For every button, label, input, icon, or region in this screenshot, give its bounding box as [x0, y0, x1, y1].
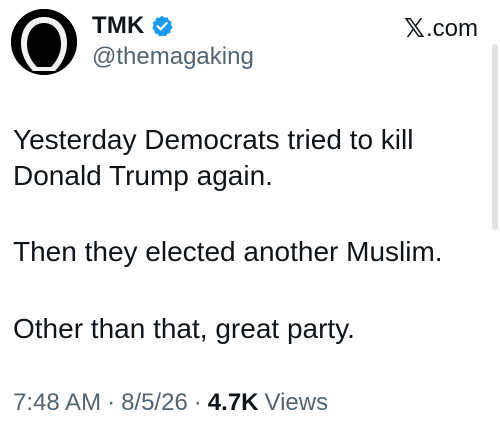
- source-link[interactable]: 𝕏 .com: [404, 13, 478, 44]
- tweet-date[interactable]: 8/5/26: [121, 389, 188, 417]
- source-label: .com: [425, 14, 478, 42]
- author-display-name[interactable]: TMK: [92, 12, 145, 40]
- author-name-row: TMK: [92, 11, 173, 41]
- tweet-time[interactable]: 7:48 AM: [13, 389, 101, 417]
- tweet-paragraph: Other than that, great party.: [13, 313, 355, 344]
- x-logo-icon: 𝕏: [404, 13, 425, 43]
- avatar[interactable]: [11, 9, 77, 75]
- verified-badge-icon: [151, 15, 173, 37]
- tweet-paragraph: Yesterday Democrats tried to kill Donald…: [13, 124, 414, 191]
- author-handle[interactable]: @themagaking: [92, 43, 254, 71]
- meta-separator: ·: [107, 389, 116, 416]
- views-count[interactable]: 4.7K: [208, 389, 259, 417]
- meta-separator: ·: [193, 389, 202, 416]
- hooded-figure-icon: [11, 9, 77, 75]
- scrollbar[interactable]: [492, 44, 498, 230]
- tweet-meta: 7:48 AM · 8/5/26 · 4.7K Views: [13, 389, 328, 417]
- views-label: Views: [264, 389, 329, 416]
- tweet-card: TMK @themagaking 𝕏 .com Yesterday Democra…: [0, 0, 500, 424]
- tweet-paragraph: Then they elected another Muslim.: [13, 236, 443, 267]
